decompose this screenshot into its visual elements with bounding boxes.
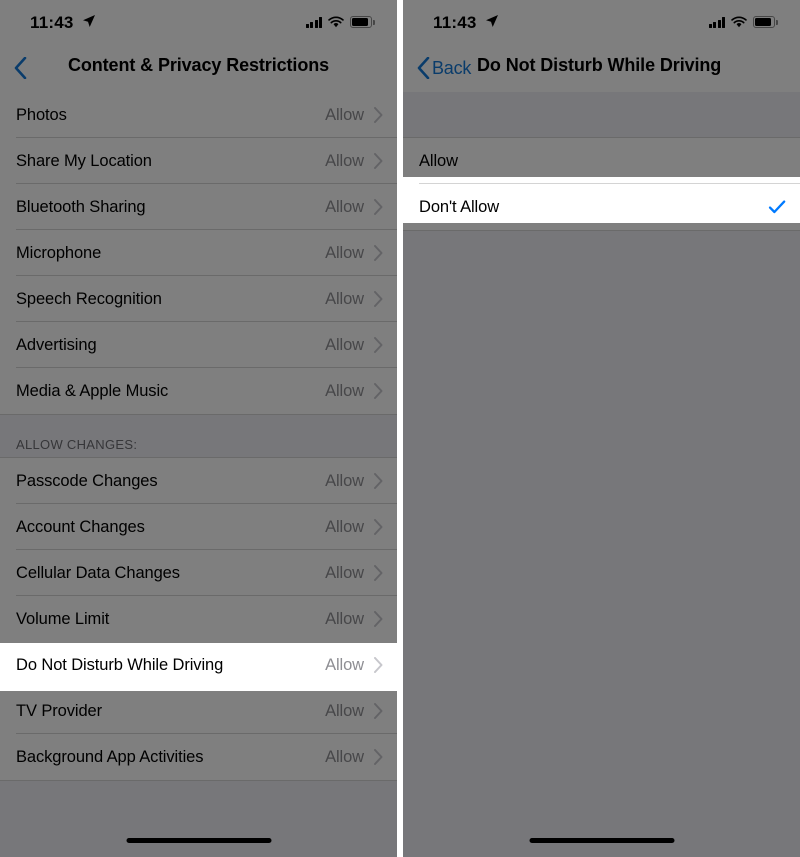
home-indicator xyxy=(126,838,271,843)
cellular-bars-icon xyxy=(305,17,322,28)
list-item[interactable]: Background App Activities Allow xyxy=(0,734,397,780)
chevron-right-icon xyxy=(374,383,383,399)
list-bottom-filler xyxy=(0,780,397,857)
list-item-label: Bluetooth Sharing xyxy=(16,197,146,216)
battery-icon xyxy=(350,16,375,28)
chevron-right-icon xyxy=(374,565,383,581)
list-item-value: Allow xyxy=(325,105,364,124)
list-item[interactable]: TV Provider Allow xyxy=(0,688,397,734)
list-item-value: Allow xyxy=(325,701,364,720)
list-item[interactable]: Speech Recognition Allow xyxy=(0,276,397,322)
list-item-value: Allow xyxy=(325,747,364,766)
list-item[interactable]: Bluetooth Sharing Allow xyxy=(0,184,397,230)
chevron-right-icon xyxy=(374,245,383,261)
list-item-value: Allow xyxy=(325,563,364,582)
chevron-left-icon xyxy=(417,57,430,79)
right-options-list: Allow Don't Allow xyxy=(403,92,800,857)
list-item-value: Allow xyxy=(325,471,364,490)
option-label: Allow xyxy=(419,151,458,170)
chevron-right-icon xyxy=(374,337,383,353)
list-item[interactable]: Microphone Allow xyxy=(0,230,397,276)
left-phone-screen: 11:43 Content & Privacy Restrictions Pho… xyxy=(0,0,397,857)
list-item[interactable]: Account Changes Allow xyxy=(0,504,397,550)
list-item[interactable]: Media & Apple Music Allow xyxy=(0,368,397,414)
location-arrow-icon xyxy=(486,15,498,27)
option-label: Don't Allow xyxy=(419,197,500,216)
back-button-label: Back xyxy=(432,57,472,78)
section-header: ALLOW CHANGES: xyxy=(0,414,397,458)
status-bar-indicators xyxy=(305,14,376,28)
chevron-right-icon xyxy=(374,611,383,627)
list-item-label: Cellular Data Changes xyxy=(16,563,180,582)
back-button[interactable]: Back xyxy=(417,52,471,84)
checkmark-icon xyxy=(768,200,786,214)
home-indicator xyxy=(529,838,674,843)
list-item[interactable]: Passcode Changes Allow xyxy=(0,458,397,504)
list-item-do-not-disturb-while-driving[interactable]: Do Not Disturb While Driving Allow xyxy=(0,642,397,688)
battery-icon xyxy=(753,16,778,28)
chevron-right-icon xyxy=(374,703,383,719)
list-item-label: Background App Activities xyxy=(16,747,204,766)
list-item-label: Speech Recognition xyxy=(16,289,162,308)
list-item-value: Allow xyxy=(325,609,364,628)
chevron-right-icon xyxy=(374,291,383,307)
wifi-icon xyxy=(328,16,344,28)
right-nav-bar: Back Do Not Disturb While Driving xyxy=(403,44,800,92)
list-item-value: Allow xyxy=(325,655,364,674)
list-top-gap xyxy=(403,92,800,138)
list-item-label: Share My Location xyxy=(16,151,152,170)
list-item-label: Passcode Changes xyxy=(16,471,158,490)
list-item-value: Allow xyxy=(325,335,364,354)
section-header-label: ALLOW CHANGES: xyxy=(16,437,138,452)
chevron-right-icon xyxy=(374,657,383,673)
left-status-bar: 11:43 xyxy=(0,0,397,44)
option-row-allow[interactable]: Allow xyxy=(403,138,800,184)
chevron-right-icon xyxy=(374,107,383,123)
list-item-label: TV Provider xyxy=(16,701,103,720)
left-settings-list: Photos Allow Share My Location Allow Blu… xyxy=(0,92,397,857)
location-arrow-icon xyxy=(83,15,95,27)
chevron-right-icon xyxy=(374,519,383,535)
screenshot-stage: 11:43 Content & Privacy Restrictions Pho… xyxy=(0,0,800,857)
right-status-bar: 11:43 xyxy=(403,0,800,44)
list-item-label: Account Changes xyxy=(16,517,145,536)
status-bar-time: 11:43 xyxy=(433,13,477,32)
list-item-value: Allow xyxy=(325,243,364,262)
option-row-dont-allow[interactable]: Don't Allow xyxy=(403,184,800,230)
left-nav-bar: Content & Privacy Restrictions xyxy=(0,44,397,92)
list-item-value: Allow xyxy=(325,517,364,536)
list-item[interactable]: Volume Limit Allow xyxy=(0,596,397,642)
list-item-value: Allow xyxy=(325,151,364,170)
panel-divider xyxy=(397,0,403,857)
chevron-right-icon xyxy=(374,153,383,169)
page-title: Content & Privacy Restrictions xyxy=(67,55,330,75)
list-item-label: Advertising xyxy=(16,335,97,354)
wifi-icon xyxy=(731,16,747,28)
cellular-bars-icon xyxy=(708,17,725,28)
list-item[interactable]: Photos Allow xyxy=(0,92,397,138)
list-item-value: Allow xyxy=(325,381,364,400)
list-item[interactable]: Advertising Allow xyxy=(0,322,397,368)
list-item-value: Allow xyxy=(325,197,364,216)
list-bottom-filler xyxy=(403,230,800,857)
chevron-right-icon xyxy=(374,749,383,765)
list-item-label: Microphone xyxy=(16,243,102,262)
page-title: Do Not Disturb While Driving xyxy=(477,55,722,75)
list-item[interactable]: Share My Location Allow xyxy=(0,138,397,184)
chevron-right-icon xyxy=(374,473,383,489)
list-item-label: Media & Apple Music xyxy=(16,381,169,400)
list-item-label: Volume Limit xyxy=(16,609,110,628)
chevron-right-icon xyxy=(374,199,383,215)
list-item[interactable]: Cellular Data Changes Allow xyxy=(0,550,397,596)
list-item-label: Do Not Disturb While Driving xyxy=(16,655,224,674)
right-phone-screen: 11:43 Back Do Not Disturb While Driving … xyxy=(403,0,800,857)
status-bar-time: 11:43 xyxy=(30,13,74,32)
status-bar-indicators xyxy=(708,14,779,28)
list-item-label: Photos xyxy=(16,105,67,124)
list-item-value: Allow xyxy=(325,289,364,308)
